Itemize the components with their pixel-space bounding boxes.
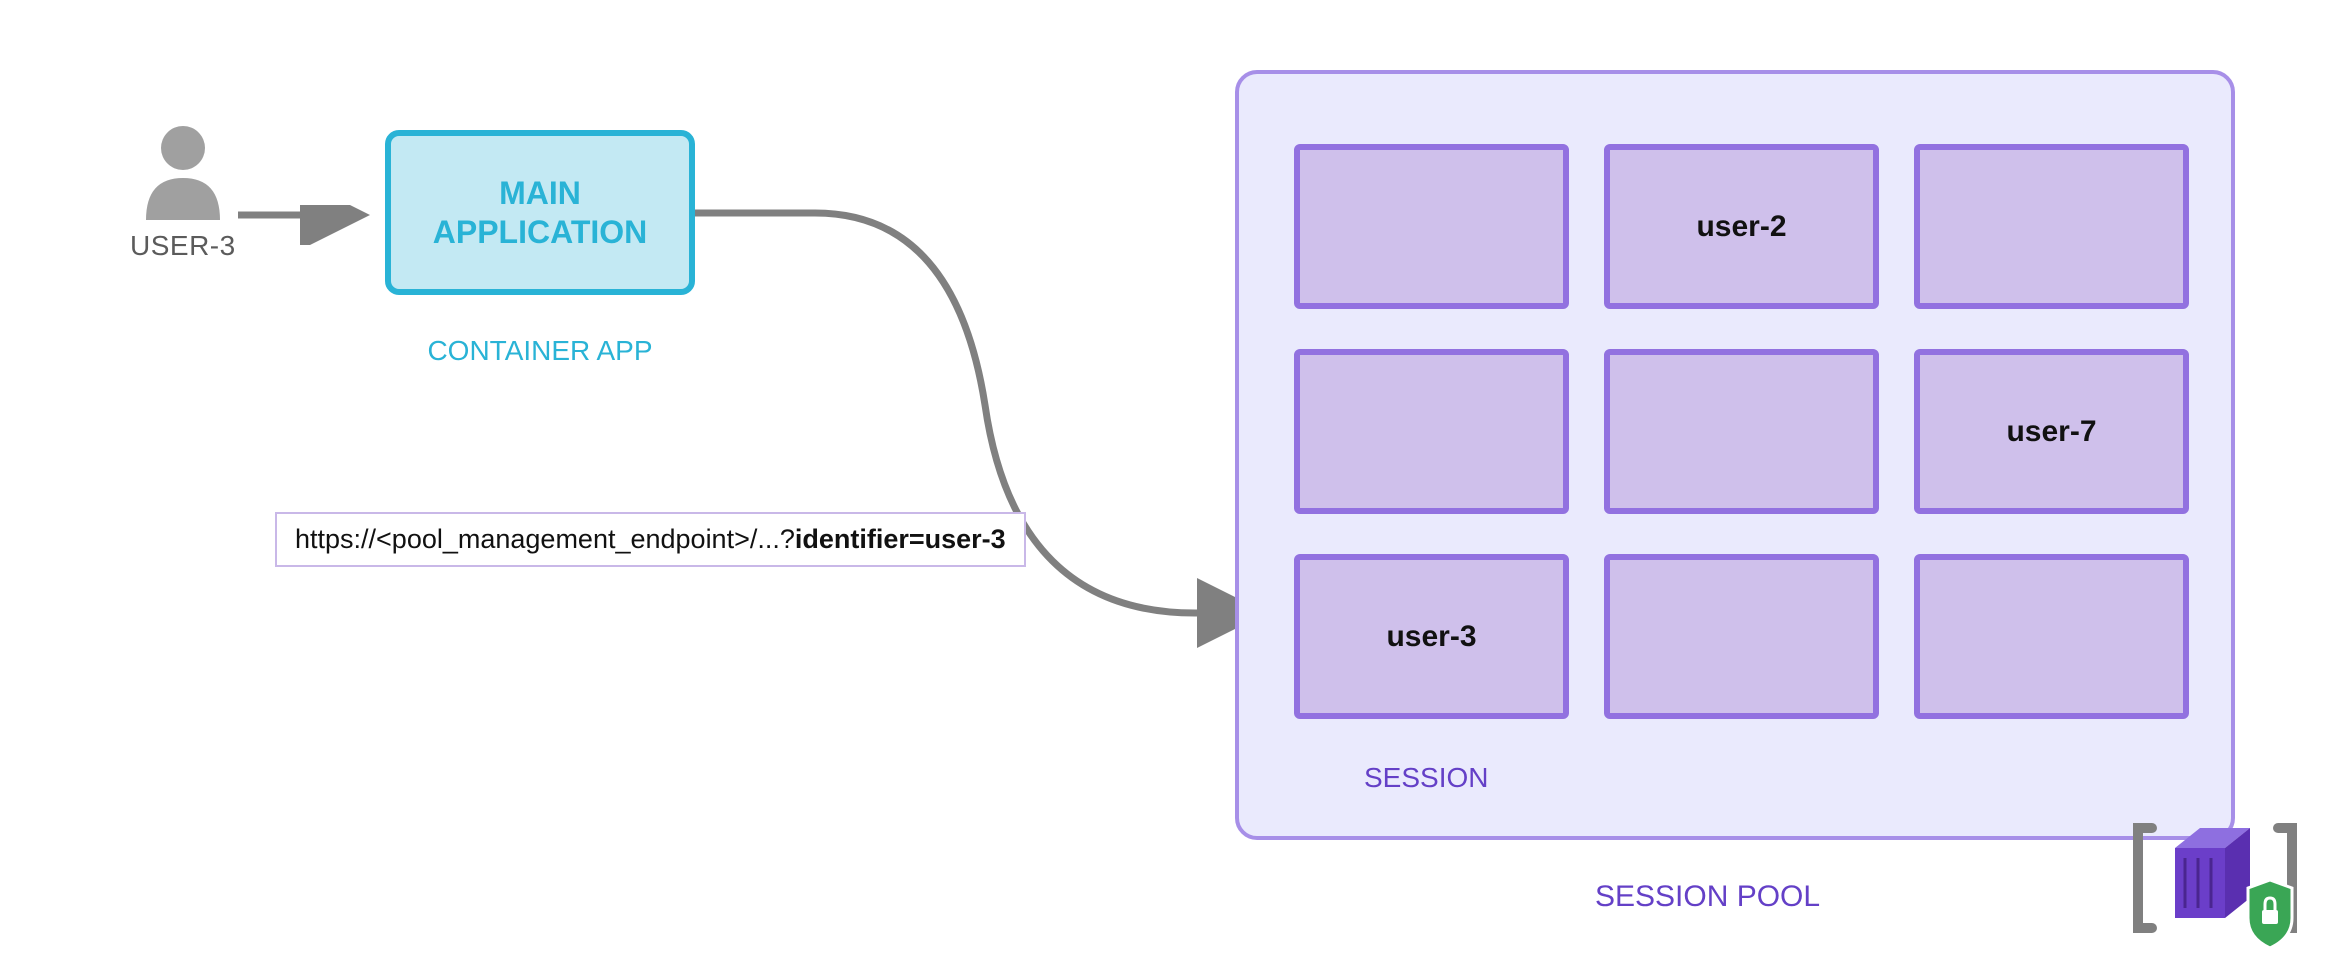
main-app-box: MAIN APPLICATION <box>385 130 695 295</box>
session-cell <box>1604 554 1879 719</box>
user-label: USER-3 <box>130 230 236 262</box>
session-cell-label: user-3 <box>1386 620 1476 654</box>
user-icon <box>138 120 228 220</box>
session-cell <box>1914 554 2189 719</box>
session-label: SESSION <box>1364 762 1488 794</box>
arrow-app-to-session <box>695 205 1295 665</box>
session-pool-container: user-2 user-7 user-3 SESSION <box>1235 70 2235 840</box>
user-block: USER-3 <box>130 120 236 262</box>
arrow-user-to-app <box>238 205 388 245</box>
session-cell <box>1294 349 1569 514</box>
session-cell: user-3 <box>1294 554 1569 719</box>
session-cell: user-7 <box>1914 349 2189 514</box>
session-cell <box>1914 144 2189 309</box>
main-app-line1: MAIN <box>499 175 581 211</box>
main-app-line2: APPLICATION <box>433 214 648 250</box>
session-cell <box>1604 349 1879 514</box>
session-pool-title: SESSION POOL <box>1595 880 1820 914</box>
session-cell: user-2 <box>1604 144 1879 309</box>
session-cell-label: user-7 <box>2006 415 2096 449</box>
url-identifier: identifier=user-3 <box>795 524 1006 554</box>
url-prefix: https://<pool_management_endpoint>/...? <box>295 524 795 554</box>
container-pool-icon <box>2130 810 2300 950</box>
session-cell-label: user-2 <box>1696 210 1786 244</box>
session-cell <box>1294 144 1569 309</box>
session-grid: user-2 user-7 user-3 <box>1294 144 2189 719</box>
url-box: https://<pool_management_endpoint>/...?i… <box>275 512 1026 567</box>
shield-icon <box>2248 880 2292 948</box>
container-app-caption: CONTAINER APP <box>400 335 680 367</box>
